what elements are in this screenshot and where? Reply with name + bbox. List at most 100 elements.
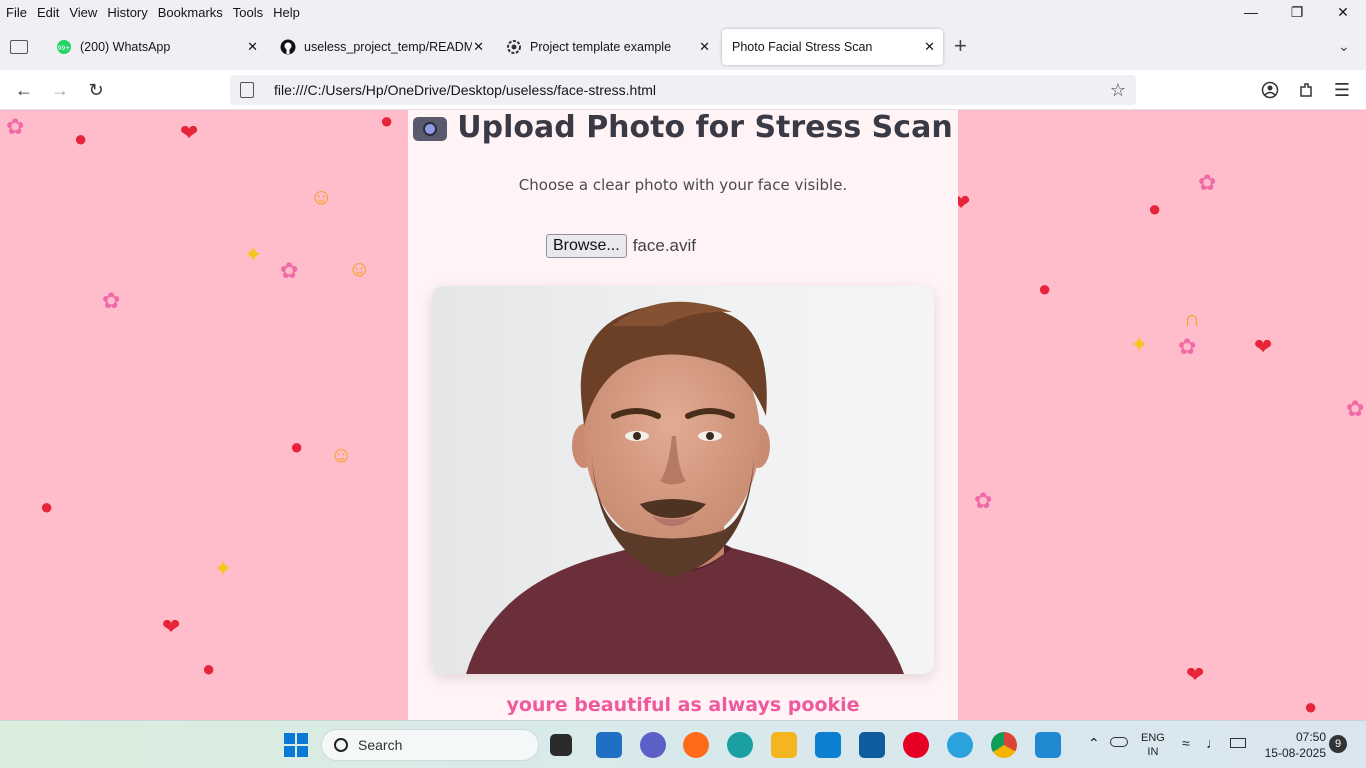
- balloon-icon: ●: [290, 434, 304, 459]
- widgets-icon[interactable]: [596, 732, 622, 758]
- myhp-icon[interactable]: [815, 732, 841, 758]
- menu-file[interactable]: File: [0, 5, 31, 20]
- volume-icon[interactable]: ♩: [1206, 735, 1220, 751]
- tab-project-template[interactable]: Project template example ✕: [496, 29, 718, 65]
- close-tab-icon[interactable]: ✕: [699, 39, 710, 55]
- page-title: Upload Photo for Stress Scan: [408, 110, 958, 145]
- heart-icon: ❤: [180, 120, 199, 145]
- extensions-icon[interactable]: [1294, 78, 1318, 102]
- menu-tools[interactable]: Tools: [227, 5, 267, 20]
- back-button[interactable]: ←: [12, 78, 36, 102]
- chrome-icon[interactable]: [991, 732, 1017, 758]
- task-view-icon[interactable]: [550, 734, 572, 756]
- heart-icon: ❤: [1254, 334, 1273, 359]
- menu-bookmarks[interactable]: Bookmarks: [152, 5, 227, 20]
- balloon-icon: ●: [202, 656, 216, 681]
- flower-icon: ✿: [6, 114, 25, 139]
- upload-card: Upload Photo for Stress Scan Choose a cl…: [408, 110, 958, 720]
- laughing-face-icon: ☺: [310, 184, 333, 209]
- close-tab-icon[interactable]: ✕: [924, 39, 935, 55]
- onedrive-icon[interactable]: [1110, 737, 1128, 747]
- language-indicator[interactable]: ENG IN: [1141, 731, 1165, 759]
- close-tab-icon[interactable]: ✕: [473, 39, 484, 55]
- vscode-icon[interactable]: [1035, 732, 1061, 758]
- menu-view[interactable]: View: [63, 5, 101, 20]
- new-tab-button[interactable]: +: [954, 35, 967, 57]
- edge-icon[interactable]: [727, 732, 753, 758]
- rainbow-icon: ∩: [1184, 306, 1200, 331]
- page-icon: [240, 82, 254, 98]
- flower-icon: ✿: [974, 488, 993, 513]
- telegram-icon[interactable]: [947, 732, 973, 758]
- wifi-icon[interactable]: ≈: [1182, 735, 1190, 751]
- clock[interactable]: 07:50 15-08-2025: [1256, 729, 1326, 761]
- tab-list-chevron-icon[interactable]: ⌄: [1338, 38, 1350, 55]
- minimize-button[interactable]: —: [1228, 0, 1274, 24]
- remote-desktop-icon[interactable]: [859, 732, 885, 758]
- github-icon: [280, 39, 296, 55]
- tab-title: Project template example: [530, 40, 672, 54]
- file-input[interactable]: Browse... face.avif: [546, 234, 696, 258]
- tab-title: (200) WhatsApp: [80, 40, 171, 54]
- show-hidden-icons-chevron[interactable]: ⌃: [1088, 735, 1100, 752]
- tagline-text: youre beautiful as always pookie: [506, 694, 860, 716]
- navigation-bar: ← → ↻ file:///C:/Users/Hp/OneDrive/Deskt…: [0, 70, 1366, 110]
- balloon-icon: ●: [1038, 276, 1052, 301]
- man-portrait-image: [466, 301, 904, 674]
- clock-time: 07:50: [1295, 730, 1326, 744]
- language-code: ENG: [1141, 732, 1165, 744]
- balloon-icon: ●: [74, 126, 88, 151]
- clock-date: 15-08-2025: [1264, 746, 1326, 760]
- teams-meet-icon[interactable]: [640, 732, 666, 758]
- laughing-face-icon: ☺: [330, 442, 353, 467]
- tab-title: Photo Facial Stress Scan: [732, 40, 873, 54]
- page-subtitle: Choose a clear photo with your face visi…: [518, 176, 848, 194]
- forward-button[interactable]: →: [48, 78, 72, 102]
- flower-icon: ✿: [1346, 396, 1365, 421]
- close-tab-icon[interactable]: ✕: [247, 39, 258, 55]
- battery-icon[interactable]: [1230, 738, 1246, 748]
- heart-icon: ❤: [1186, 662, 1205, 687]
- taskbar: Search ⌃ ENG IN ≈ ♩ 07:50 15-08-2025 9: [0, 720, 1366, 768]
- heart-icon: ❤: [162, 614, 181, 639]
- balloon-icon: ●: [40, 494, 54, 519]
- tab-github-readme[interactable]: useless_project_temp/README.md ✕: [270, 29, 492, 65]
- windows-start-icon[interactable]: [283, 732, 309, 758]
- bookmark-star-icon[interactable]: ☆: [1110, 80, 1126, 101]
- taskbar-search[interactable]: Search: [321, 729, 539, 761]
- laughing-face-icon: ☺: [348, 256, 371, 281]
- firefox-icon[interactable]: [683, 732, 709, 758]
- balloon-icon: ●: [1148, 196, 1162, 221]
- sparkles-icon: ✦: [244, 242, 263, 267]
- flower-icon: ✿: [1178, 334, 1197, 359]
- camera-icon: [413, 116, 448, 141]
- restore-button[interactable]: ❐: [1274, 0, 1320, 24]
- firefox-view-icon[interactable]: [10, 40, 28, 54]
- search-icon: [334, 738, 348, 752]
- menu-edit[interactable]: Edit: [31, 5, 63, 20]
- sparkles-icon: ✦: [1130, 332, 1149, 357]
- menu-history[interactable]: History: [101, 5, 151, 20]
- tab-title: useless_project_temp/README.md: [304, 40, 472, 54]
- sparkles-icon: ✦: [214, 556, 233, 581]
- browse-button[interactable]: Browse...: [546, 234, 627, 258]
- selected-file-name: face.avif: [632, 236, 696, 255]
- file-explorer-icon[interactable]: [771, 732, 797, 758]
- menu-help[interactable]: Help: [267, 5, 304, 20]
- settings-icon: [506, 39, 522, 55]
- close-window-button[interactable]: ✕: [1320, 0, 1366, 24]
- reload-button[interactable]: ↻: [84, 78, 108, 102]
- pinterest-icon[interactable]: [903, 732, 929, 758]
- balloon-icon: ●: [1304, 694, 1318, 719]
- page-content: ✿ ● ❤ ☺ ✦ ✿ ☺ ✿ ● ☺ ● ✦ ❤ ● ● ❤ ✿ ● ● ∩ …: [0, 110, 1366, 720]
- account-icon[interactable]: [1258, 78, 1282, 102]
- tab-photo-stress-scan[interactable]: Photo Facial Stress Scan ✕: [722, 29, 943, 65]
- flower-icon: ✿: [1198, 170, 1217, 195]
- tab-whatsapp[interactable]: 99+ (200) WhatsApp ✕: [46, 29, 266, 65]
- url-text[interactable]: file:///C:/Users/Hp/OneDrive/Desktop/use…: [274, 82, 656, 98]
- flower-icon: ✿: [102, 288, 121, 313]
- balloon-icon: ●: [380, 110, 394, 133]
- notification-badge[interactable]: 9: [1329, 735, 1347, 753]
- hamburger-menu-icon[interactable]: ☰: [1330, 78, 1354, 102]
- address-bar[interactable]: file:///C:/Users/Hp/OneDrive/Desktop/use…: [230, 75, 1136, 105]
